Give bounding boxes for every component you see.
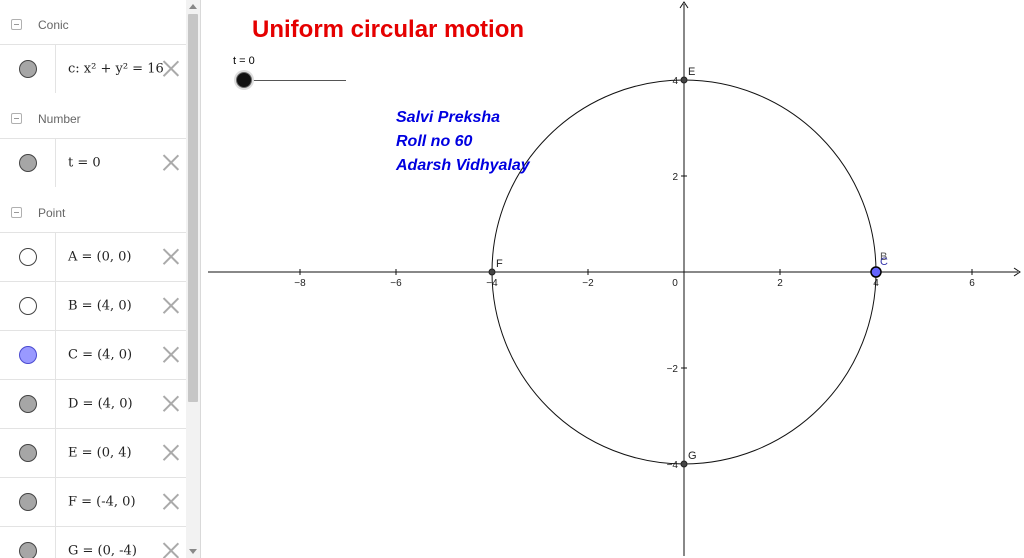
- visibility-toggle-icon[interactable]: [18, 542, 37, 558]
- y-tick-label: −4: [667, 460, 679, 471]
- collapse-icon[interactable]: [11, 19, 22, 30]
- algebra-row-c-point[interactable]: C = (4, 0): [0, 330, 186, 379]
- credit-roll: Roll no 60: [396, 133, 473, 150]
- algebra-row-t[interactable]: t = 0: [0, 138, 186, 187]
- scroll-thumb[interactable]: [188, 14, 198, 402]
- point-e[interactable]: [680, 76, 688, 84]
- algebra-expression[interactable]: F = (-4, 0): [68, 495, 136, 510]
- point-label-c: C: [880, 256, 888, 268]
- delete-icon[interactable]: [162, 541, 180, 558]
- algebra-expression[interactable]: t = 0: [68, 156, 101, 171]
- delete-icon[interactable]: [162, 247, 180, 265]
- credit-school: Adarsh Vidhyalay: [396, 157, 530, 174]
- group-header-point[interactable]: Point: [0, 190, 186, 235]
- visibility-toggle-icon[interactable]: [18, 444, 37, 462]
- visibility-toggle-icon[interactable]: [18, 395, 37, 413]
- algebra-expression[interactable]: C = (4, 0): [68, 348, 132, 363]
- delete-icon[interactable]: [162, 394, 180, 412]
- algebra-expression[interactable]: c: x² + y² = 16: [68, 62, 164, 77]
- algebra-expression[interactable]: G = (0, -4): [68, 544, 137, 558]
- slider-label: t = 0: [233, 55, 255, 67]
- algebra-row-g[interactable]: G = (0, -4): [0, 526, 186, 558]
- visibility-toggle-icon[interactable]: [18, 248, 37, 266]
- algebra-row-a[interactable]: A = (0, 0): [0, 232, 186, 281]
- algebra-row-b[interactable]: B = (4, 0): [0, 281, 186, 330]
- x-tick-label: −6: [390, 278, 402, 289]
- delete-icon[interactable]: [162, 296, 180, 314]
- axes: [208, 1, 1021, 556]
- visibility-toggle-icon[interactable]: [18, 154, 37, 172]
- group-header-number[interactable]: Number: [0, 96, 186, 141]
- points-layer[interactable]: EFGBC: [488, 66, 888, 468]
- collapse-icon[interactable]: [11, 207, 22, 218]
- algebra-row-f[interactable]: F = (-4, 0): [0, 477, 186, 526]
- x-tick-label: 6: [969, 278, 975, 289]
- algebra-expression[interactable]: E = (0, 4): [68, 446, 132, 461]
- group-label: Number: [38, 111, 81, 126]
- algebra-view: Conic c: x² + y² = 16 Number t = 0 Point…: [0, 0, 201, 558]
- algebra-row-d[interactable]: D = (4, 0): [0, 379, 186, 428]
- visibility-toggle-icon[interactable]: [18, 493, 37, 511]
- delete-icon[interactable]: [162, 345, 180, 363]
- point-label-e: E: [688, 66, 695, 78]
- point-label-f: F: [496, 258, 503, 270]
- x-tick-label: 0: [672, 278, 678, 289]
- point-label-g: G: [688, 450, 697, 462]
- point-c[interactable]: [870, 266, 882, 278]
- algebra-expression[interactable]: D = (4, 0): [68, 397, 133, 412]
- y-tick-label: 4: [672, 76, 678, 87]
- x-tick-label: −2: [582, 278, 594, 289]
- delete-icon[interactable]: [162, 492, 180, 510]
- slider-t-track[interactable]: [244, 80, 346, 81]
- algebra-expression[interactable]: A = (0, 0): [68, 250, 132, 265]
- x-tick-label: −8: [294, 278, 306, 289]
- credit-name: Salvi Preksha: [396, 109, 501, 126]
- visibility-toggle-icon[interactable]: [18, 60, 37, 78]
- y-tick-label: 2: [672, 172, 678, 183]
- group-label: Conic: [38, 17, 69, 32]
- x-tick-label: 2: [777, 278, 783, 289]
- delete-icon[interactable]: [162, 59, 180, 77]
- algebra-row-c[interactable]: c: x² + y² = 16: [0, 44, 186, 93]
- group-header-conic[interactable]: Conic: [0, 2, 186, 47]
- graphics-view[interactable]: −8 −6 −4 −2 0 2 4 642−2−4 EFGBC: [200, 0, 1024, 558]
- point-g[interactable]: [680, 460, 688, 468]
- visibility-toggle-icon[interactable]: [18, 297, 37, 315]
- page-title: Uniform circular motion: [252, 16, 525, 43]
- algebra-row-e[interactable]: E = (0, 4): [0, 428, 186, 477]
- collapse-icon[interactable]: [11, 113, 22, 124]
- delete-icon[interactable]: [162, 443, 180, 461]
- group-label: Point: [38, 205, 66, 220]
- point-f[interactable]: [488, 268, 496, 276]
- delete-icon[interactable]: [162, 153, 180, 171]
- slider-t-handle[interactable]: [236, 72, 252, 88]
- visibility-toggle-icon[interactable]: [18, 346, 37, 364]
- scroll-up-icon[interactable]: [189, 4, 197, 9]
- algebra-scrollbar[interactable]: [186, 0, 200, 558]
- scroll-down-icon[interactable]: [189, 549, 197, 554]
- y-tick-label: −2: [667, 364, 679, 375]
- algebra-expression[interactable]: B = (4, 0): [68, 299, 132, 314]
